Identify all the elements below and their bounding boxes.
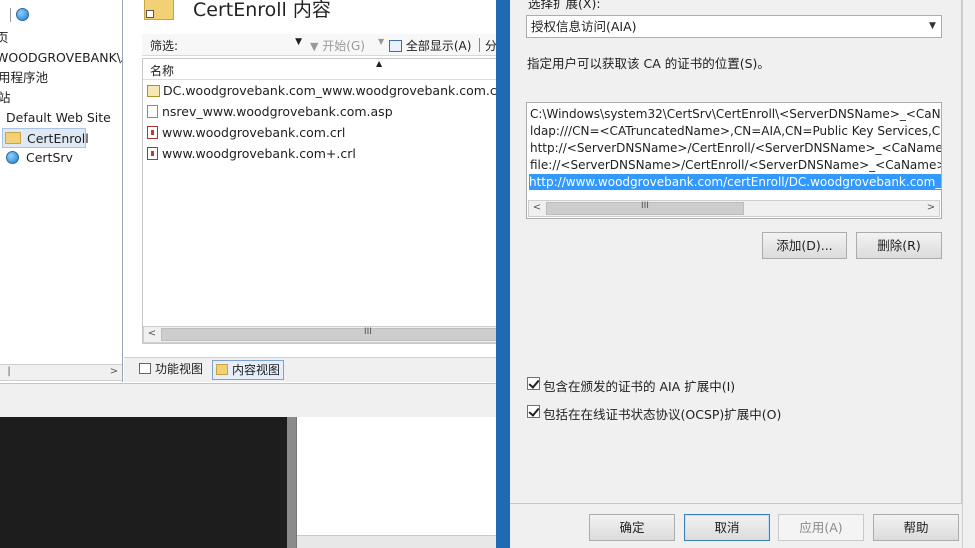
scroll-right-icon[interactable]: > (923, 201, 939, 216)
tree-item-default-web-site[interactable]: Default Web Site (6, 108, 111, 128)
tab-content-view[interactable]: 内容视图 (212, 360, 285, 380)
scroll-thumb[interactable] (161, 328, 497, 341)
filter-bar: 筛选: ▼ ▼ 开始(G) ▼ 全部显示(A) 分 (142, 34, 497, 56)
background-window-scrollbar[interactable] (297, 535, 497, 548)
toolbar-divider (10, 8, 11, 22)
shortcut-arrow-icon (146, 10, 154, 18)
location-list-scrollbar[interactable]: < III > (528, 200, 940, 217)
tree-item-sites[interactable]: 站 (0, 88, 11, 108)
tree-item-server[interactable]: WOODGROVEBANK\A (0, 48, 123, 68)
start-filter-label: 开始(G) (322, 39, 365, 53)
file-name: www.woodgrovebank.com+.crl (162, 146, 356, 161)
console-scrollbar[interactable] (287, 417, 296, 548)
file-list: 名称 ▲ DC.woodgrovebank.com_www.woodgroveb… (142, 58, 507, 344)
view-switcher: 功能视图 内容视图 (124, 357, 496, 382)
file-name: nsrev_www.woodgrovebank.com.asp (162, 104, 393, 119)
file-row-crl[interactable]: www.woodgrovebank.com.crl (147, 123, 345, 143)
file-row-delta-crl[interactable]: www.woodgrovebank.com+.crl (147, 144, 356, 164)
location-item[interactable]: C:\Windows\system32\CertSrv\CertEnroll\<… (530, 106, 941, 122)
scroll-grip: III (641, 201, 649, 211)
tab-label: 功能视图 (155, 362, 204, 376)
location-item[interactable]: ldap:///CN=<CATruncatedName>,CN=AIA,CN=P… (530, 123, 941, 139)
scroll-right-icon[interactable]: > (106, 365, 122, 380)
scroll-left-icon[interactable]: < (529, 201, 545, 216)
tree-item-certsrv[interactable]: CertSrv (6, 148, 73, 168)
crl-file-icon (147, 147, 158, 160)
extension-select-label: 选择扩展(X): (528, 0, 601, 11)
background-window (296, 417, 497, 548)
tree-toolbar (2, 6, 32, 24)
toolbar-divider (479, 38, 480, 52)
folder-icon (5, 132, 21, 144)
globe-icon (6, 151, 19, 164)
extension-select[interactable]: 授权信息访问(AIA) ▼ (526, 15, 942, 38)
location-item[interactable]: file://<ServerDNSName>/CertEnroll/<Serve… (530, 157, 941, 173)
start-dropdown-icon[interactable]: ▼ (378, 37, 384, 46)
dialog-frame (496, 0, 510, 548)
dialog-right-edge (962, 0, 975, 548)
tree-item-app-pools[interactable]: 用程序池 (0, 68, 48, 88)
remove-location-button[interactable]: 删除(R) (856, 232, 942, 259)
document-file-icon (147, 105, 158, 118)
cancel-button[interactable]: 取消 (684, 514, 770, 541)
file-row-crt[interactable]: DC.woodgrovebank.com_www.woodgrovebank.c… (147, 81, 507, 101)
console-pane (0, 417, 287, 548)
tree-item-label: CertEnroll (26, 131, 89, 146)
connect-icon[interactable] (16, 8, 29, 21)
file-name: DC.woodgrovebank.com_www.woodgrovebank.c… (163, 83, 507, 98)
tree-item-label: Default Web Site (6, 110, 111, 125)
list-horizontal-scrollbar[interactable]: < III (143, 326, 497, 343)
show-all-button[interactable]: 全部显示(A) (389, 37, 471, 54)
include-ocsp-checkbox[interactable] (527, 405, 540, 418)
tree-item-certenroll[interactable]: CertEnroll (2, 128, 89, 148)
sort-ascending-icon: ▲ (376, 59, 383, 68)
features-view-icon (139, 363, 151, 374)
filter-label: 筛选: (150, 39, 179, 53)
help-button[interactable]: 帮助 (873, 514, 959, 541)
include-aia-checkbox[interactable] (527, 377, 540, 390)
crl-file-icon (147, 126, 158, 139)
scroll-left-icon[interactable]: | (1, 365, 17, 380)
page-title: CertEnroll 内容 (193, 0, 331, 21)
status-area (0, 383, 496, 417)
file-name: www.woodgrovebank.com.crl (162, 125, 346, 140)
show-all-icon (389, 40, 402, 52)
include-ocsp-label: 包括在在线证书状态协议(OCSP)扩展中(O) (543, 407, 782, 422)
content-view-icon (216, 364, 228, 375)
location-item[interactable]: http://<ServerDNSName>/CertEnroll/<Serve… (530, 140, 941, 156)
add-location-button[interactable]: 添加(D)... (762, 232, 847, 259)
chevron-down-icon[interactable]: ▼ (924, 16, 941, 37)
tree-item-label: 页 (0, 30, 9, 45)
location-description: 指定用户可以获取该 CA 的证书的位置(S)。 (527, 56, 770, 71)
ok-button[interactable]: 确定 (589, 514, 675, 541)
connections-tree: 页 WOODGROVEBANK\A 用程序池 站 Default Web Sit… (0, 0, 123, 382)
tab-label: 内容视图 (232, 363, 281, 377)
scroll-grip: III (364, 327, 372, 337)
tab-features-view[interactable]: 功能视图 (136, 360, 206, 380)
scroll-left-icon[interactable]: < (144, 327, 160, 342)
column-header-name[interactable]: 名称 ▲ (143, 59, 497, 80)
tree-item-label: WOODGROVEBANK\A (0, 50, 123, 65)
certificate-file-icon (147, 85, 160, 97)
tree-item-label: 站 (0, 90, 11, 105)
start-filter-button[interactable]: ▼ 开始(G) (310, 37, 365, 54)
tree-item-label: CertSrv (25, 150, 73, 165)
column-header-label: 名称 (150, 64, 175, 78)
show-all-label: 全部显示(A) (405, 39, 472, 53)
extension-select-value: 授权信息访问(AIA) (531, 19, 637, 34)
filter-dropdown-icon[interactable]: ▼ (295, 37, 302, 47)
apply-button[interactable]: 应用(A) (778, 514, 864, 541)
location-list: C:\Windows\system32\CertSrv\CertEnroll\<… (526, 102, 942, 219)
funnel-icon: ▼ (310, 40, 319, 53)
tree-item-label: 用程序池 (0, 70, 49, 85)
filter-input[interactable]: ▼ (182, 36, 304, 54)
tree-horizontal-scrollbar[interactable]: | > (0, 364, 122, 381)
include-aia-label: 包含在颁发的证书的 AIA 扩展中(I) (543, 379, 736, 394)
file-row-asp[interactable]: nsrev_www.woodgrovebank.com.asp (147, 102, 393, 122)
tree-item-start-page[interactable]: 页 (0, 28, 9, 48)
location-item-selected[interactable]: http://www.woodgrovebank.com/certEnroll/… (529, 174, 941, 190)
